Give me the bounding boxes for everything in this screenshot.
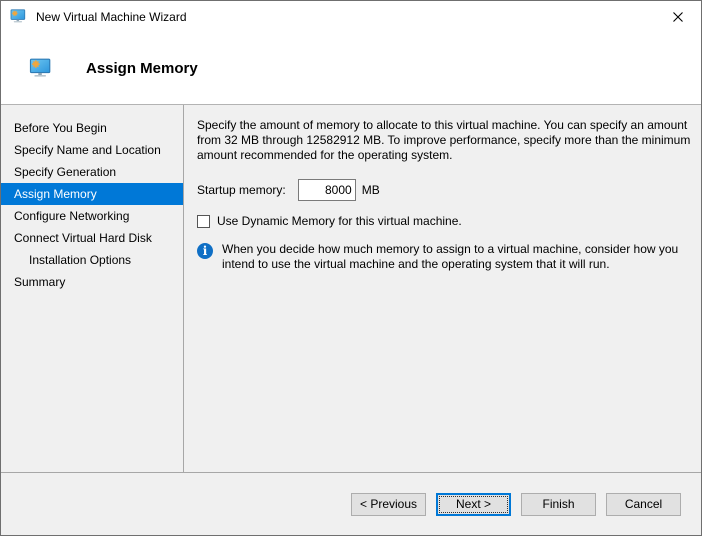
- previous-button[interactable]: < Previous: [351, 492, 426, 516]
- wizard-footer: < Previous Next > Finish Cancel: [1, 472, 701, 535]
- sidebar-item-assign-memory[interactable]: Assign Memory: [1, 183, 183, 205]
- close-icon: [673, 11, 683, 22]
- sidebar-item-connect-virtual-hard-disk[interactable]: Connect Virtual Hard Disk: [1, 227, 183, 249]
- wizard-header: Assign Memory: [1, 32, 701, 104]
- memory-description: Specify the amount of memory to allocate…: [197, 118, 691, 162]
- finish-button[interactable]: Finish: [521, 492, 596, 516]
- startup-memory-label: Startup memory:: [197, 183, 286, 197]
- sidebar-item-configure-networking[interactable]: Configure Networking: [1, 205, 183, 227]
- titlebar: New Virtual Machine Wizard: [1, 1, 701, 32]
- sidebar-item-specify-name-and-location[interactable]: Specify Name and Location: [1, 139, 183, 161]
- memory-unit-label: MB: [361, 183, 380, 197]
- vm-monitor-icon: [29, 58, 53, 79]
- sidebar-item-specify-generation[interactable]: Specify Generation: [1, 161, 183, 183]
- dynamic-memory-checkbox[interactable]: [197, 214, 210, 228]
- startup-memory-row: Startup memory: MB: [197, 179, 701, 201]
- dynamic-memory-label[interactable]: Use Dynamic Memory for this virtual mach…: [217, 214, 462, 228]
- vm-monitor-icon: [10, 9, 27, 24]
- close-button[interactable]: [655, 1, 701, 32]
- cancel-button[interactable]: Cancel: [606, 492, 681, 516]
- startup-memory-input[interactable]: [297, 179, 356, 201]
- info-note-row: i When you decide how much memory to ass…: [197, 242, 701, 272]
- sidebar-item-before-you-begin[interactable]: Before You Begin: [1, 117, 183, 139]
- info-note-text: When you decide how much memory to assig…: [222, 242, 679, 271]
- wizard-body: Before You Begin Specify Name and Locati…: [1, 104, 701, 472]
- sidebar-item-installation-options[interactable]: Installation Options: [1, 249, 183, 271]
- dynamic-memory-row: Use Dynamic Memory for this virtual mach…: [197, 214, 701, 228]
- info-icon: i: [197, 243, 213, 259]
- sidebar-item-summary[interactable]: Summary: [1, 271, 183, 293]
- page-title: Assign Memory: [86, 59, 198, 77]
- page-content: Specify the amount of memory to allocate…: [184, 105, 701, 472]
- next-button[interactable]: Next >: [436, 492, 511, 516]
- wizard-window: New Virtual Machine Wizard Assign Memory…: [0, 0, 702, 536]
- window-title: New Virtual Machine Wizard: [36, 9, 187, 24]
- wizard-steps-sidebar: Before You Begin Specify Name and Locati…: [1, 105, 184, 472]
